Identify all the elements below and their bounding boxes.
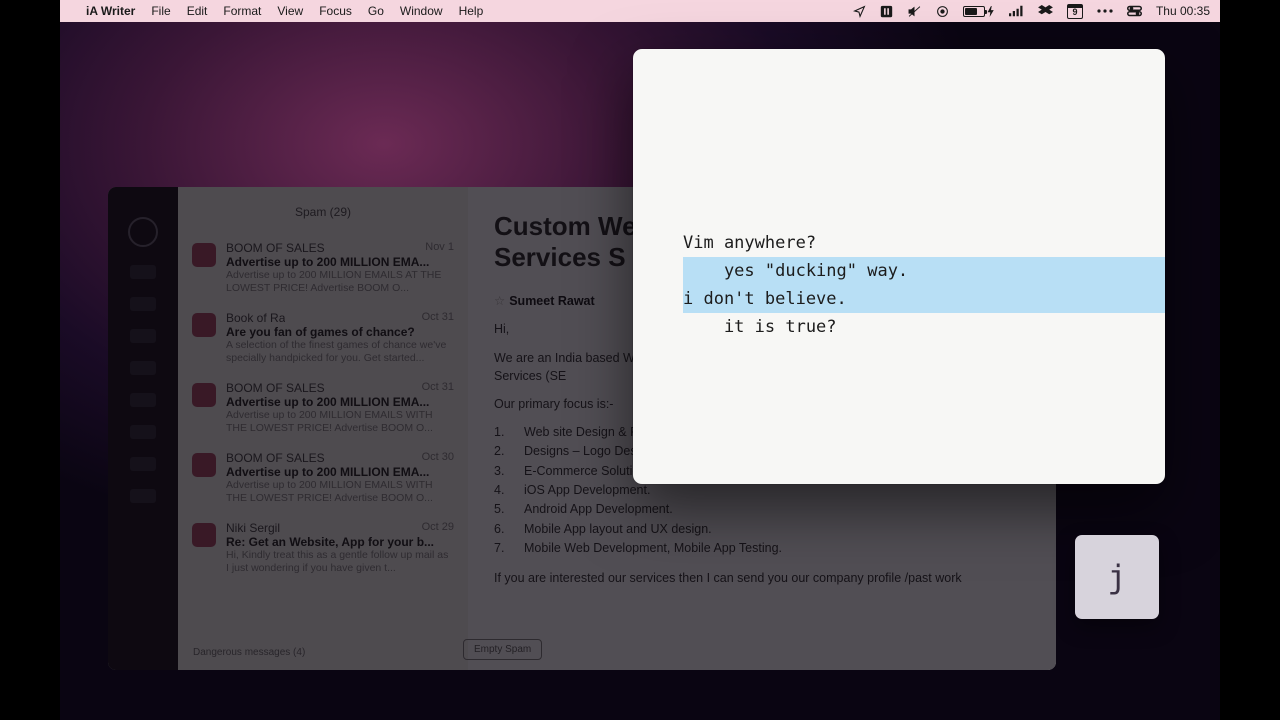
macos-menubar: iA Writer File Edit Format View Focus Go…: [60, 0, 1220, 22]
dropbox-icon[interactable]: [1038, 5, 1053, 18]
overflow-icon[interactable]: [1097, 9, 1113, 13]
mail-message-list: Spam (29) BOOM OF SALESNov 1Advertise up…: [178, 187, 468, 670]
mail-from: BOOM OF SALES: [226, 451, 325, 465]
mail-subject: Advertise up to 200 MILLION EMA...: [226, 255, 454, 269]
calendar-status-icon[interactable]: 9: [1067, 4, 1083, 19]
mail-subject: Advertise up to 200 MILLION EMA...: [226, 465, 454, 479]
editor-line-text: yes "ducking" way.: [683, 261, 908, 281]
sender-avatar: [192, 383, 216, 407]
editor-text-area[interactable]: Vim anywhere? yes "ducking" way. i don't …: [643, 49, 1155, 484]
menu-focus[interactable]: Focus: [319, 4, 352, 18]
mail-date: Oct 30: [422, 451, 454, 465]
mail-folder-title: Spam (29): [178, 197, 468, 233]
mail-preview: Advertise up to 200 MILLION EMAILS AT TH…: [226, 269, 454, 295]
mail-preview: Hi, Kindly treat this as a gentle follow…: [226, 549, 454, 575]
sender-avatar: [192, 243, 216, 267]
location-icon[interactable]: [853, 5, 866, 18]
mail-list-line: 7.Mobile Web Development, Mobile App Tes…: [494, 539, 1030, 558]
app-menu[interactable]: iA Writer: [86, 4, 135, 18]
control-center-icon[interactable]: [1127, 5, 1142, 17]
menubar-app-icon[interactable]: [880, 5, 893, 18]
editor-line-text: it is true?: [683, 317, 837, 337]
pillarbox-left: [0, 0, 60, 720]
mail-preview: A selection of the finest games of chanc…: [226, 339, 454, 365]
mail-list-item[interactable]: Book of Ra Oct 31Are you fan of games of …: [178, 303, 468, 373]
sender-avatar: [192, 453, 216, 477]
mail-warning-label: Dangerous messages (4): [193, 647, 305, 658]
editor-line[interactable]: it is true?: [683, 313, 1115, 341]
mail-from: Niki Sergil: [226, 521, 280, 535]
mail-date: Oct 31: [422, 311, 454, 325]
mail-preview: Advertise up to 200 MILLION EMAILS WITH …: [226, 409, 454, 435]
mail-subject: Advertise up to 200 MILLION EMA...: [226, 395, 454, 409]
mail-list-item[interactable]: BOOM OF SALESOct 30Advertise up to 200 M…: [178, 443, 468, 513]
menubar-clock[interactable]: Thu 00:35: [1156, 4, 1210, 18]
mail-list-item[interactable]: BOOM OF SALESOct 31Advertise up to 200 M…: [178, 373, 468, 443]
battery-icon[interactable]: [963, 6, 995, 17]
sender-avatar: [192, 523, 216, 547]
pillarbox-right: [1220, 0, 1280, 720]
empty-spam-button[interactable]: Empty Spam: [463, 639, 542, 660]
menu-help[interactable]: Help: [459, 4, 484, 18]
keypress-overlay: j: [1075, 535, 1159, 619]
editor-line-text: i don't believe.: [683, 289, 847, 309]
mail-list-item[interactable]: Niki Sergil Oct 29Re: Get an Website, App…: [178, 513, 468, 583]
menu-file[interactable]: File: [151, 4, 170, 18]
mail-sidebar: [108, 187, 178, 670]
mail-list-line: 6.Mobile App layout and UX design.: [494, 520, 1030, 539]
mail-from: Book of Ra: [226, 311, 285, 325]
keypress-key: j: [1107, 558, 1126, 596]
mail-from: BOOM OF SALES: [226, 241, 325, 255]
mail-from: BOOM OF SALES: [226, 381, 325, 395]
editor-line[interactable]: i don't believe.: [683, 285, 1115, 313]
menu-go[interactable]: Go: [368, 4, 384, 18]
sender-avatar: [192, 313, 216, 337]
menu-window[interactable]: Window: [400, 4, 443, 18]
volume-mute-icon[interactable]: [907, 5, 922, 18]
editor-line-text: Vim anywhere?: [683, 233, 816, 253]
sync-icon[interactable]: [936, 5, 949, 18]
mail-date: Oct 31: [422, 381, 454, 395]
cellular-icon[interactable]: [1009, 5, 1024, 17]
ia-writer-window[interactable]: Vim anywhere? yes "ducking" way. i don't …: [633, 49, 1165, 484]
editor-line[interactable]: Vim anywhere?: [683, 229, 1115, 257]
mail-paragraph: If you are interested our services then …: [494, 569, 1030, 587]
menu-view[interactable]: View: [277, 4, 303, 18]
mail-preview: Advertise up to 200 MILLION EMAILS WITH …: [226, 479, 454, 505]
mail-list-line: 5.Android App Development.: [494, 500, 1030, 519]
mail-date: Nov 1: [425, 241, 454, 255]
menu-edit[interactable]: Edit: [187, 4, 208, 18]
mail-subject: Re: Get an Website, App for your b...: [226, 535, 454, 549]
editor-line[interactable]: yes "ducking" way.: [683, 257, 1115, 285]
menu-format[interactable]: Format: [223, 4, 261, 18]
mail-subject: Are you fan of games of chance?: [226, 325, 454, 339]
mail-date: Oct 29: [422, 521, 454, 535]
mail-list-item[interactable]: BOOM OF SALESNov 1Advertise up to 200 MI…: [178, 233, 468, 303]
